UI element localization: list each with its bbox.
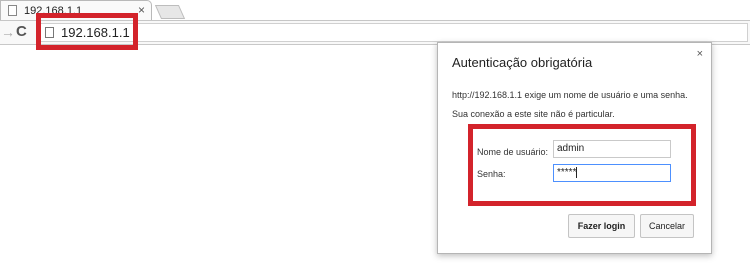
dialog-message: http://192.168.1.1 exige um nome de usuá… [452,90,688,100]
credentials-highlight-box [468,124,696,206]
reload-icon[interactable]: C [16,23,27,40]
login-button[interactable]: Fazer login [568,214,635,238]
dialog-title: Autenticação obrigatória [452,55,593,70]
forward-icon[interactable]: → [1,24,15,40]
close-icon[interactable]: × [697,48,703,60]
url-highlight-box [36,13,138,50]
file-icon [8,5,17,16]
cancel-button[interactable]: Cancelar [640,214,694,238]
new-tab-button[interactable] [154,5,186,19]
address-bar[interactable]: 192.168.1.1 [36,23,748,42]
privacy-warning: Sua conexão a este site não é particular… [452,109,615,119]
close-tab-icon[interactable]: × [138,3,145,17]
